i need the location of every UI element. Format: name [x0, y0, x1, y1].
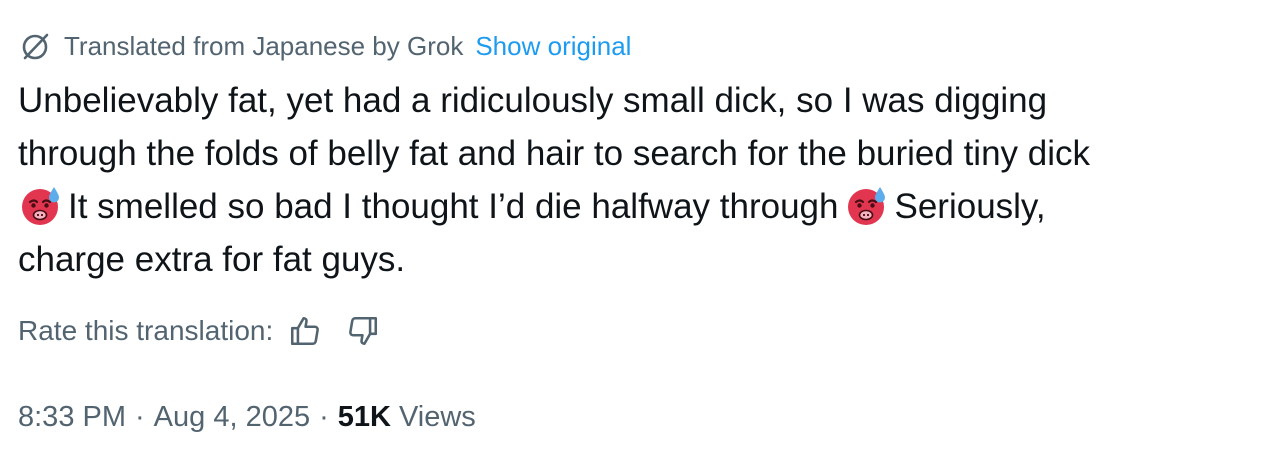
rate-translation-label: Rate this translation:: [18, 315, 274, 346]
meta-separator: ·: [319, 400, 329, 433]
tweet-line-4: charge extra for fat guys.: [18, 240, 406, 279]
translation-label: Translated from Japanese by Grok: [64, 30, 464, 61]
tweet-text: Unbelievably fat, yet had a ridiculously…: [18, 74, 1258, 286]
tweet-line-1: Unbelievably fat, yet had a ridiculously…: [18, 81, 1048, 120]
views-label[interactable]: Views: [399, 401, 476, 434]
thumbs-down-button[interactable]: [343, 311, 383, 351]
tweet-line-3-text: It smelled so bad I thought I’d die half…: [68, 187, 839, 226]
tweet-line-3-tail: Seriously,: [894, 187, 1046, 226]
thumbs-up-icon: [291, 316, 320, 346]
sick-face-emoji-icon: [844, 183, 888, 227]
translation-bar: Translated from Japanese by Grok Show or…: [20, 28, 631, 64]
show-original-link[interactable]: Show original: [475, 31, 631, 62]
rate-translation: Rate this translation:: [18, 310, 383, 352]
tweet-time[interactable]: 8:33 PM: [18, 401, 126, 434]
sick-face-emoji-icon: [18, 183, 62, 227]
tweet-meta: 8:33 PM · Aug 4, 2025 · 51K Views: [18, 396, 476, 438]
tweet-line-3: It smelled so bad I thought I’d die half…: [18, 180, 1258, 233]
views-count[interactable]: 51K: [338, 401, 391, 434]
tweet-line-2: through the folds of belly fat and hair …: [18, 134, 1091, 173]
thumbs-up-button[interactable]: [285, 311, 325, 351]
translate-icon: [20, 30, 52, 62]
tweet-date[interactable]: Aug 4, 2025: [154, 401, 310, 434]
meta-separator: ·: [135, 400, 145, 433]
thumbs-down-icon: [349, 316, 378, 346]
